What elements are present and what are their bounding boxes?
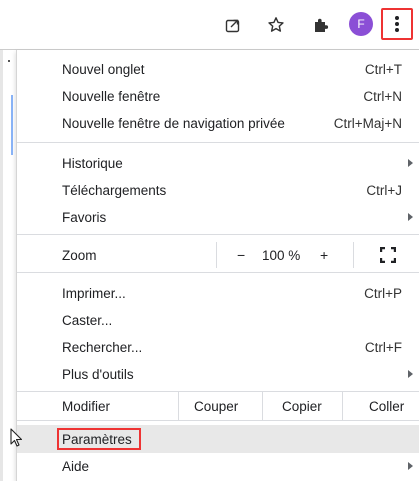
- menu-item-cast[interactable]: Caster...: [17, 307, 419, 333]
- incognito-label: Nouvelle fenêtre de navigation privée: [62, 115, 285, 131]
- edit-divider: [178, 392, 179, 420]
- history-label: Historique: [62, 155, 123, 171]
- puzzle-icon[interactable]: [310, 14, 332, 36]
- menu-item-print[interactable]: Imprimer... Ctrl+P: [17, 280, 419, 306]
- chrome-main-menu: Nouvel onglet Ctrl+T Nouvelle fenêtre Ct…: [16, 50, 419, 481]
- menu-item-find[interactable]: Rechercher... Ctrl+F: [17, 334, 419, 360]
- star-icon-svg: [268, 17, 284, 32]
- submenu-arrow-icon: [408, 370, 413, 378]
- zoom-in-button[interactable]: +: [320, 247, 328, 263]
- edit-divider: [342, 392, 343, 420]
- copy-button[interactable]: Copier: [282, 399, 322, 414]
- menu-item-history[interactable]: Historique: [17, 150, 419, 176]
- menu-item-downloads[interactable]: Téléchargements Ctrl+J: [17, 177, 419, 203]
- star-icon[interactable]: [265, 14, 287, 36]
- menu-item-zoom: Zoom − 100 % +: [17, 242, 419, 268]
- avatar-letter: F: [357, 17, 365, 31]
- incognito-shortcut: Ctrl+Maj+N: [333, 115, 402, 131]
- mouse-cursor-icon: [10, 428, 23, 447]
- print-label: Imprimer...: [62, 285, 126, 301]
- new-tab-shortcut: Ctrl+T: [364, 61, 402, 77]
- kebab-menu-icon[interactable]: [381, 8, 413, 40]
- menu-item-help[interactable]: Aide: [17, 453, 419, 479]
- new-tab-label: Nouvel onglet: [62, 61, 145, 77]
- paste-button[interactable]: Coller: [369, 399, 404, 414]
- zoom-out-button[interactable]: −: [237, 247, 245, 263]
- puzzle-icon-svg: [315, 18, 329, 32]
- menu-item-more-tools[interactable]: Plus d'outils: [17, 361, 419, 387]
- menu-item-edit: Modifier Couper Copier Coller: [17, 392, 419, 420]
- find-label: Rechercher...: [62, 339, 143, 355]
- menu-item-bookmarks[interactable]: Favoris: [17, 204, 419, 230]
- print-shortcut: Ctrl+P: [364, 285, 402, 301]
- zoom-value: 100 %: [262, 247, 301, 263]
- help-label: Aide: [62, 458, 90, 474]
- avatar[interactable]: F: [349, 12, 373, 36]
- zoom-divider: [216, 242, 217, 268]
- submenu-arrow-icon: [408, 213, 413, 221]
- page-edge: [0, 50, 3, 481]
- zoom-divider: [353, 242, 354, 268]
- submenu-arrow-icon: [408, 462, 413, 470]
- more-tools-label: Plus d'outils: [62, 366, 134, 382]
- menu-separator: [17, 234, 419, 235]
- menu-item-new-tab[interactable]: Nouvel onglet Ctrl+T: [17, 56, 419, 82]
- cut-button[interactable]: Couper: [194, 399, 238, 414]
- edit-divider: [262, 392, 263, 420]
- menu-separator: [17, 272, 419, 273]
- settings-label: Paramètres: [62, 431, 132, 447]
- new-window-shortcut: Ctrl+N: [363, 88, 402, 104]
- bookmarks-label: Favoris: [62, 209, 107, 225]
- menu-item-incognito[interactable]: Nouvelle fenêtre de navigation privée Ct…: [17, 110, 419, 136]
- browser-toolbar: F: [0, 0, 419, 50]
- menu-item-new-window[interactable]: Nouvelle fenêtre Ctrl+N: [17, 83, 419, 109]
- downloads-label: Téléchargements: [62, 182, 167, 198]
- page-blue-indicator: [11, 95, 13, 155]
- page-dot: [8, 60, 10, 62]
- share-icon-svg: [225, 19, 240, 33]
- menu-separator: [17, 420, 419, 421]
- zoom-label: Zoom: [62, 247, 97, 263]
- fullscreen-icon[interactable]: [380, 247, 396, 263]
- share-icon[interactable]: [222, 14, 244, 36]
- submenu-arrow-icon: [408, 159, 413, 167]
- menu-separator: [17, 142, 419, 143]
- downloads-shortcut: Ctrl+J: [366, 182, 402, 198]
- menu-item-settings[interactable]: Paramètres: [17, 425, 419, 453]
- kebab-dots: [395, 16, 399, 32]
- new-window-label: Nouvelle fenêtre: [62, 88, 161, 104]
- cast-label: Caster...: [62, 312, 113, 328]
- edit-label: Modifier: [62, 398, 111, 414]
- find-shortcut: Ctrl+F: [364, 339, 402, 355]
